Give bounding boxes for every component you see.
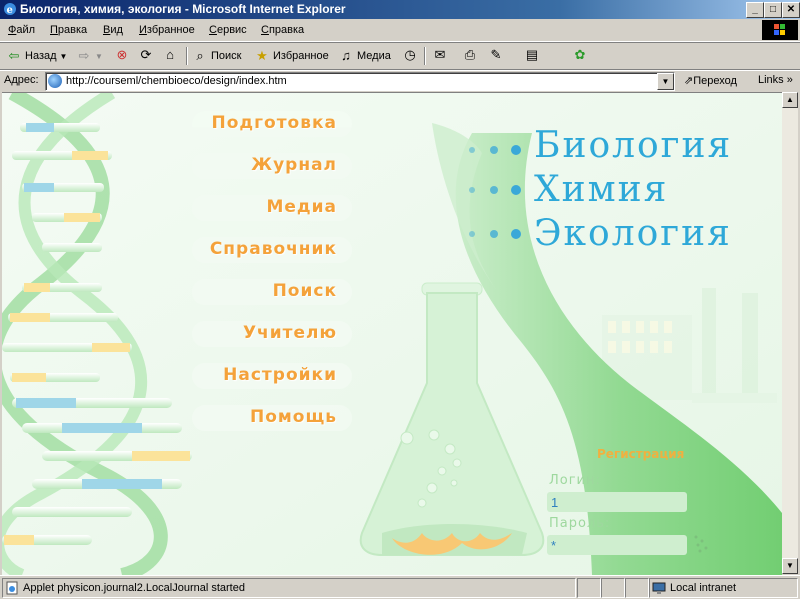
maximize-button[interactable]: □ [764, 2, 782, 18]
subject-chemistry[interactable]: Химия [534, 169, 668, 210]
menu-help[interactable]: Справка [261, 24, 304, 36]
chevron-down-icon: ▼ [59, 51, 68, 61]
minimize-button[interactable]: _ [746, 2, 764, 18]
go-label: Переход [693, 75, 737, 87]
nav-preparation[interactable]: Подготовка [212, 113, 338, 133]
subject-ecology[interactable]: Экология [534, 213, 732, 254]
toolbar-separator [186, 47, 188, 65]
menu-view[interactable]: Вид [103, 24, 123, 36]
nav-settings[interactable]: Настройки [223, 365, 337, 385]
subject-biology[interactable]: Биология [534, 125, 732, 166]
menu-bar: Файл Правка Вид Избранное Сервис Справка [0, 19, 800, 42]
media-button[interactable]: ♫ Медиа [338, 47, 391, 65]
favorites-icon: ★ [256, 48, 268, 63]
back-button[interactable]: ⇦ Назад ▼ [6, 47, 68, 65]
status-pane [625, 578, 649, 598]
login-label: Логин: [549, 473, 601, 488]
window-title: Биология, химия, экология - Microsoft In… [20, 2, 346, 16]
close-button[interactable]: ✕ [782, 2, 800, 18]
nav-reference[interactable]: Справочник [210, 239, 337, 259]
forward-arrow-icon: ⇨ [78, 48, 90, 63]
nav-journal[interactable]: Журнал [251, 155, 337, 175]
address-bar: Адрес: http://courseml/chembioeco/design… [0, 70, 800, 92]
chevron-down-icon: ▼ [95, 51, 103, 61]
password-input[interactable] [547, 535, 687, 555]
status-pane [577, 578, 601, 598]
title-bar: e Биология, химия, экология - Microsoft … [0, 0, 800, 19]
search-label: Поиск [211, 50, 242, 62]
status-main-pane: Applet physicon.journal2.LocalJournal st… [2, 578, 576, 598]
nav-teacher[interactable]: Учителю [243, 323, 337, 343]
menu-file[interactable]: Файл [8, 24, 35, 36]
page-loaded-icon [6, 581, 18, 595]
nav-media[interactable]: Медиа [266, 197, 337, 217]
favorites-label: Избранное [273, 50, 329, 62]
favorites-button[interactable]: ★ Избранное [254, 47, 329, 65]
scroll-down-icon[interactable]: ▼ [782, 558, 798, 574]
windows-logo-icon [762, 20, 798, 40]
media-icon: ♫ [341, 48, 351, 63]
media-label: Медиа [357, 50, 391, 62]
address-label: Адрес: [4, 74, 39, 86]
vertical-scrollbar[interactable]: ▲ ▼ [782, 92, 798, 574]
print-icon[interactable]: ⎙ [462, 47, 478, 63]
menu-tools[interactable]: Сервис [209, 24, 247, 36]
history-icon[interactable]: ◷ [402, 47, 418, 63]
toolbar: ⇦ Назад ▼ ⇨ ▼ ⊗ ⟳ ⌂ ⌕ Поиск ★ Избранное … [0, 43, 800, 70]
zone-pane: Local intranet [649, 578, 798, 598]
toolbar-separator [424, 47, 426, 65]
edit-icon[interactable]: ✎ [488, 47, 504, 63]
search-button[interactable]: ⌕ Поиск [192, 47, 241, 65]
svg-text:e: e [7, 5, 13, 16]
go-arrow-icon: ⇗ [684, 75, 694, 87]
registration-title: Регистрация [597, 447, 685, 461]
page-icon [48, 74, 62, 88]
search-icon: ⌕ [196, 48, 204, 63]
links-label: Links [758, 74, 784, 86]
scroll-up-icon[interactable]: ▲ [782, 92, 798, 108]
menu-edit[interactable]: Правка [50, 24, 87, 36]
login-input[interactable] [547, 492, 687, 512]
refresh-icon[interactable]: ⟳ [138, 47, 154, 63]
nav-search[interactable]: Поиск [273, 281, 337, 301]
links-button[interactable]: Links » [758, 74, 793, 86]
password-label: Пароль: [549, 516, 611, 531]
status-pane [601, 578, 625, 598]
address-dropdown-icon[interactable]: ▼ [657, 73, 674, 90]
discuss-icon[interactable]: ▤ [524, 47, 540, 63]
mail-icon[interactable]: ✉ [432, 47, 448, 63]
back-label: Назад [25, 50, 57, 62]
menu-favorites[interactable]: Избранное [139, 24, 195, 36]
address-url: http://courseml/chembioeco/design/index.… [66, 75, 287, 87]
stop-icon[interactable]: ⊗ [114, 47, 130, 63]
messenger-icon[interactable]: ✿ [572, 47, 588, 63]
go-button[interactable]: ⇗Переход [684, 74, 737, 87]
status-text: Applet physicon.journal2.LocalJournal st… [23, 582, 245, 594]
intranet-icon [652, 582, 666, 594]
zone-text: Local intranet [670, 582, 737, 594]
nav-help[interactable]: Помощь [250, 407, 337, 427]
status-bar: Applet physicon.journal2.LocalJournal st… [0, 575, 800, 599]
address-input[interactable]: http://courseml/chembioeco/design/index.… [45, 72, 675, 91]
home-icon[interactable]: ⌂ [162, 47, 178, 63]
page-viewport: Подготовка Журнал Медиа Справочник Поиск… [2, 92, 782, 575]
forward-button[interactable]: ⇨ ▼ [76, 47, 103, 65]
chevron-right-icon: » [786, 74, 793, 86]
back-arrow-icon: ⇦ [8, 48, 20, 63]
ie-logo-icon: e [4, 3, 16, 16]
